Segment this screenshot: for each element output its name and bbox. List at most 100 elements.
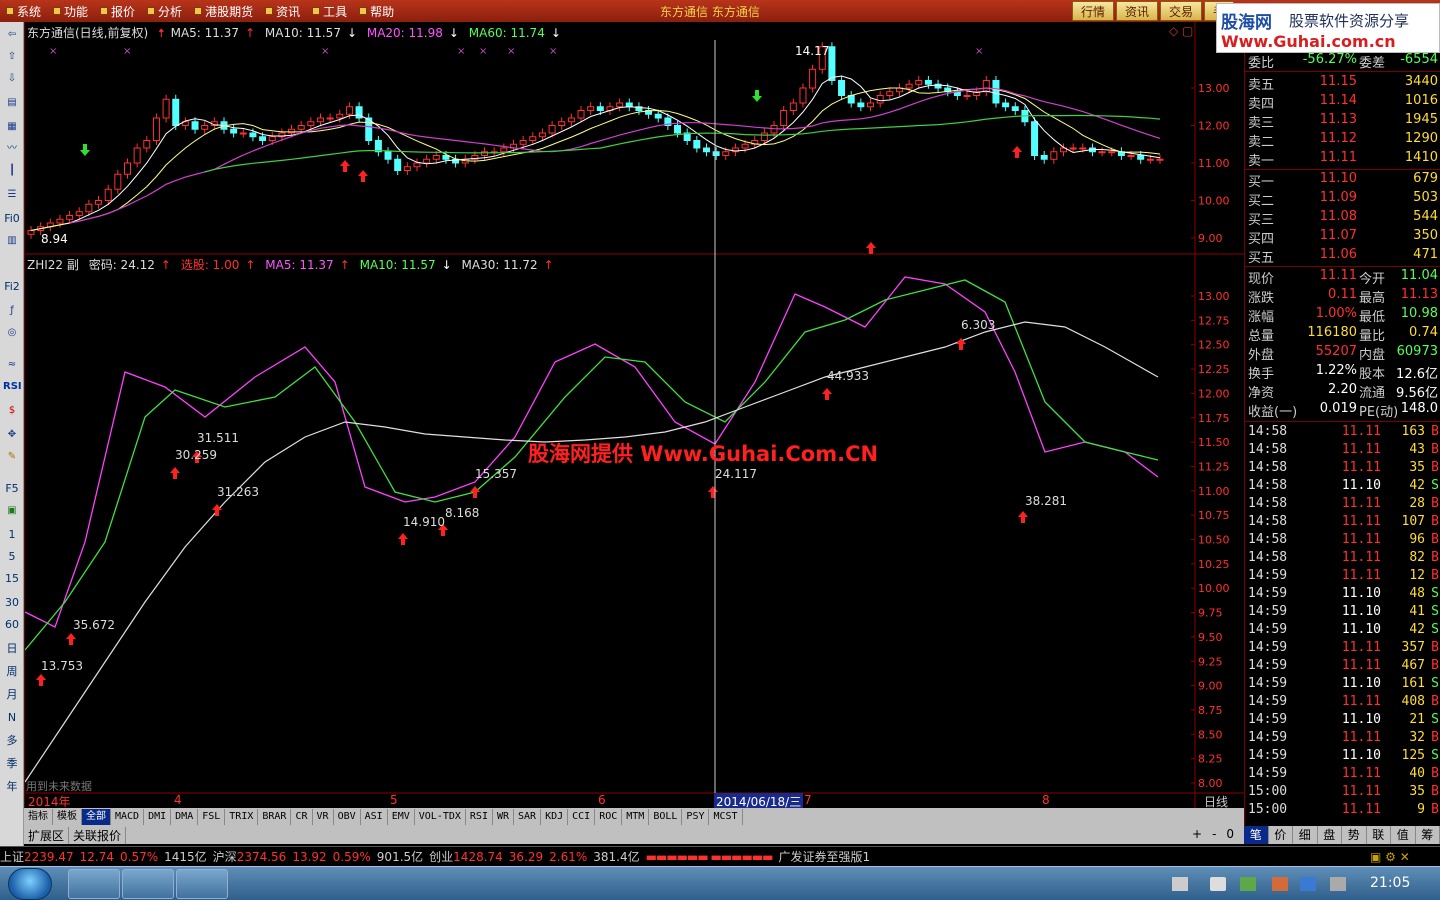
indicator-tab[interactable]: VOL-TDX [415, 809, 466, 825]
formula-icon[interactable]: ƒ [3, 302, 21, 320]
menu-function[interactable]: 功能 [47, 0, 94, 22]
tab-market[interactable]: 行情 [1072, 1, 1115, 21]
volume-icon[interactable] [1210, 877, 1226, 891]
period-5min[interactable]: 5 [3, 548, 21, 566]
menu-help[interactable]: 帮助 [353, 0, 400, 22]
indicator-tab[interactable]: MCST [709, 809, 743, 825]
clock[interactable]: 21:05 [1370, 875, 1410, 891]
quote-tab[interactable]: 联 [1367, 826, 1391, 844]
menu-info[interactable]: 资讯 [259, 0, 306, 22]
menu-hk-futures[interactable]: 港股期货 [188, 0, 259, 22]
menu-system[interactable]: 系统 [0, 0, 47, 22]
quote-tab[interactable]: 筹 [1416, 826, 1440, 844]
indicator-tab[interactable]: MACD [111, 809, 145, 825]
bid-row[interactable]: 买二 11.09 503 [1245, 190, 1440, 209]
period-day[interactable]: 日 [3, 640, 21, 658]
panel-controls[interactable]: ◇ ▢ [1169, 24, 1193, 38]
ask-row[interactable]: 卖一 11.11 1410 [1245, 150, 1440, 169]
indicator-tab[interactable]: FSL [198, 809, 226, 825]
rsi-button[interactable]: RSI [3, 378, 22, 396]
quote-tab[interactable]: 值 [1391, 826, 1416, 844]
explorer-icon[interactable] [68, 869, 120, 899]
quote-tab[interactable]: 价 [1269, 826, 1293, 844]
update-icon[interactable] [1300, 877, 1316, 891]
period-60min[interactable]: 60 [3, 616, 21, 634]
indicator-tab[interactable]: BRAR [258, 809, 292, 825]
flag-icon[interactable] [1330, 877, 1346, 891]
quote-icon[interactable]: ▤ [3, 94, 21, 112]
refresh-icon[interactable]: ▣ [3, 502, 21, 520]
indicator-tab[interactable]: 模板 [53, 809, 82, 825]
list-icon[interactable]: ☰ [3, 186, 21, 204]
network-icon[interactable] [1272, 877, 1288, 891]
fi2-button[interactable]: Fi2 [3, 278, 21, 296]
dollar-icon[interactable]: $ [3, 402, 21, 420]
candle-icon[interactable]: ┃ [3, 162, 21, 180]
ask-row[interactable]: 卖三 11.13 1945 [1245, 112, 1440, 131]
bid-row[interactable]: 买五 11.06 471 [1245, 247, 1440, 266]
period-30min[interactable]: 30 [3, 594, 21, 612]
indicator-tab[interactable]: DMA [171, 809, 199, 825]
indicator-tab[interactable]: RSI [466, 809, 493, 825]
quote-tab[interactable]: 笔 [1244, 826, 1269, 844]
indicator-tab[interactable]: 指标 [24, 809, 53, 825]
indicator-tab[interactable]: CR [291, 809, 313, 825]
indicator-tab[interactable]: ROC [595, 809, 623, 825]
zoom-out-button[interactable]: - [1212, 827, 1216, 841]
period-week[interactable]: 周 [3, 663, 21, 681]
indicator-tab[interactable]: WR [493, 809, 515, 825]
bid-row[interactable]: 买三 11.08 544 [1245, 209, 1440, 228]
f5-button[interactable]: F5 [3, 480, 21, 498]
shield-icon[interactable] [1240, 877, 1256, 891]
period-quarter[interactable]: 季 [3, 755, 21, 773]
tab-info[interactable]: 资讯 [1116, 1, 1159, 21]
back-icon[interactable]: ⇦ [3, 26, 21, 44]
indicator-tab[interactable]: DMI [144, 809, 172, 825]
up-icon[interactable]: ⇧ [3, 48, 21, 66]
quote-tab[interactable]: 细 [1293, 826, 1318, 844]
move-icon[interactable]: ✥ [3, 426, 21, 444]
menu-quote[interactable]: 报价 [94, 0, 141, 22]
line-chart-icon[interactable]: 〰 [3, 140, 21, 158]
indicator-tab[interactable]: CCI [568, 809, 596, 825]
indicator-tab[interactable]: BOLL [649, 809, 683, 825]
period-n[interactable]: N [3, 709, 21, 727]
bid-row[interactable]: 买一 11.10 679 [1245, 171, 1440, 190]
fi0-button[interactable]: Fi0 [3, 210, 21, 228]
tab-extension[interactable]: 扩展区 [24, 826, 70, 844]
start-button[interactable] [8, 868, 52, 900]
period-15min[interactable]: 15 [3, 570, 21, 588]
indicator-tab[interactable]: EMV [388, 809, 415, 825]
ask-row[interactable]: 卖二 11.12 1290 [1245, 131, 1440, 150]
tab-trade[interactable]: 交易 [1160, 1, 1203, 21]
indicator-tab[interactable]: TRIX [225, 809, 259, 825]
zoom-in-button[interactable]: + [1192, 827, 1202, 841]
menu-analysis[interactable]: 分析 [141, 0, 188, 22]
app-window-icon[interactable] [176, 869, 228, 899]
menu-tools[interactable]: 工具 [306, 0, 353, 22]
table-icon[interactable]: ▥ [3, 232, 21, 250]
keyboard-icon[interactable] [1172, 877, 1188, 891]
indicator-tab[interactable]: MTM [622, 809, 650, 825]
tab-related-quote[interactable]: 关联报价 [69, 826, 127, 844]
bid-row[interactable]: 买四 11.07 350 [1245, 228, 1440, 247]
circle-icon[interactable]: ◎ [3, 324, 21, 342]
down-icon[interactable]: ⇩ [3, 70, 21, 88]
grid-icon[interactable]: ▦ [3, 118, 21, 136]
period-multi[interactable]: 多 [3, 732, 21, 750]
status-icons[interactable]: ▣ ⚙ ✕ [1370, 850, 1410, 864]
quote-tab[interactable]: 盘 [1318, 826, 1342, 844]
indicator-tab[interactable]: 全部 [82, 809, 111, 825]
indicator-tab[interactable]: VR [313, 809, 334, 825]
indicator-tab[interactable]: PSY [682, 809, 710, 825]
period-year[interactable]: 年 [3, 778, 21, 796]
chart-canvas[interactable]: 13.00 12.00 11.00 10.00 9.00 13.00 12.75 12.50… [25, 22, 1244, 808]
pencil-icon[interactable]: ✎ [3, 448, 21, 466]
zoom-reset-button[interactable]: 0 [1226, 827, 1234, 841]
indicator-tab[interactable]: KDJ [541, 809, 569, 825]
indicator-tab[interactable]: OBV [334, 809, 361, 825]
period-1min[interactable]: 1 [3, 526, 21, 544]
quote-tab[interactable]: 势 [1342, 826, 1367, 844]
ask-row[interactable]: 卖四 11.14 1016 [1245, 93, 1440, 112]
wave-icon[interactable]: ≈ [3, 356, 21, 374]
